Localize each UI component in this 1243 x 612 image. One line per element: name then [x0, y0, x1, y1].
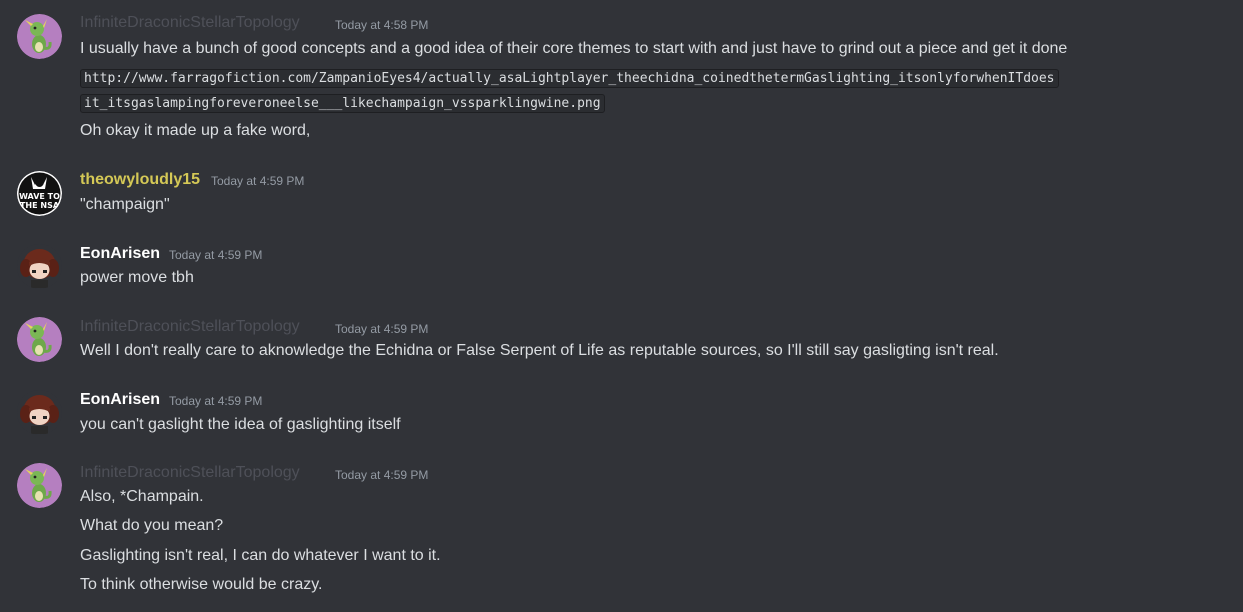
timestamp: Today at 4:59 PM: [211, 174, 305, 188]
author-name[interactable]: InfiniteDraconicStellarTopology: [80, 464, 300, 482]
avatar[interactable]: [17, 390, 62, 435]
message-text: Also, *Champain.: [80, 488, 204, 505]
message-text: "champaign": [80, 196, 170, 213]
green-dragon-avatar-icon: [17, 463, 62, 508]
author-name[interactable]: InfiniteDraconicStellarTopology: [80, 318, 300, 336]
timestamp: Today at 4:59 PM: [169, 394, 263, 408]
timestamp: Today at 4:59 PM: [335, 468, 429, 482]
author-name[interactable]: EonArisen: [80, 391, 160, 409]
timestamp: Today at 4:59 PM: [335, 322, 429, 336]
message-text: Oh okay it made up a fake word,: [80, 122, 311, 139]
message-text: What do you mean?: [80, 517, 224, 534]
author-name[interactable]: InfiniteDraconicStellarTopology: [80, 14, 300, 32]
message-text: power move tbh: [80, 269, 194, 286]
message-text: To think otherwise would be crazy.: [80, 576, 323, 593]
message-text: I usually have a bunch of good concepts …: [80, 40, 1068, 57]
brown-hair-avatar-icon: [17, 244, 62, 289]
avatar-caption: WAVE TO THE NSA: [17, 192, 62, 210]
inline-code: http://www.farragofiction.com/ZampanioEy…: [80, 69, 1059, 88]
avatar-caption-line: THE NSA: [19, 201, 60, 210]
brown-hair-avatar-icon: [17, 390, 62, 435]
inline-code: it_itsgaslampingforeveroneelse___likecha…: [80, 94, 605, 113]
green-dragon-avatar-icon: [17, 317, 62, 362]
green-dragon-avatar-icon: [17, 14, 62, 59]
message-text: Well I don't really care to aknowledge t…: [80, 342, 999, 359]
message-text: you can't gaslight the idea of gaslighti…: [80, 416, 401, 433]
author-name[interactable]: theowyloudly15: [80, 171, 200, 189]
avatar[interactable]: [17, 14, 62, 59]
author-name[interactable]: EonArisen: [80, 245, 160, 263]
timestamp: Today at 4:59 PM: [169, 248, 263, 262]
avatar-caption-line: WAVE TO: [19, 192, 60, 201]
avatar[interactable]: [17, 244, 62, 289]
avatar[interactable]: [17, 463, 62, 508]
avatar[interactable]: [17, 317, 62, 362]
timestamp: Today at 4:58 PM: [335, 18, 429, 32]
avatar[interactable]: WAVE TO THE NSA: [17, 171, 62, 216]
message-text: Gaslighting isn't real, I can do whateve…: [80, 547, 441, 564]
